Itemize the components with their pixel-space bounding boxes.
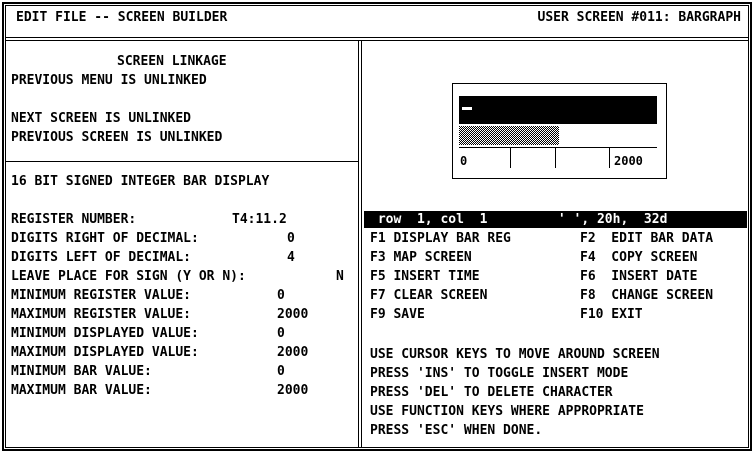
scale-tick bbox=[510, 147, 511, 168]
help-line: PRESS 'ESC' WHEN DONE. bbox=[370, 423, 543, 438]
fkey-edit-bar-data[interactable]: F2 EDIT BAR DATA bbox=[580, 229, 713, 248]
scale-tick bbox=[555, 147, 556, 168]
field-label-max-bar: MAXIMUM BAR VALUE: bbox=[11, 383, 152, 398]
fkey-copy-screen[interactable]: F4 COPY SCREEN bbox=[580, 248, 697, 267]
header-divider bbox=[5, 37, 749, 41]
header-title: EDIT FILE -- SCREEN BUILDER bbox=[16, 10, 228, 25]
fkey-insert-time[interactable]: F5 INSERT TIME bbox=[370, 267, 480, 286]
linkage-heading: SCREEN LINKAGE bbox=[117, 54, 227, 69]
bar-graph-shaded-fill bbox=[459, 126, 559, 145]
scale-min-label: 0 bbox=[460, 154, 468, 168]
help-line: PRESS 'DEL' TO DELETE CHARACTER bbox=[370, 385, 613, 400]
bar-cursor-mark bbox=[462, 107, 472, 110]
bar-settings-heading: 16 BIT SIGNED INTEGER BAR DISPLAY bbox=[11, 174, 270, 189]
bar-graph-fill bbox=[459, 96, 657, 124]
field-value-max-bar[interactable]: 2000 bbox=[277, 381, 308, 400]
fkey-save[interactable]: F9 SAVE bbox=[370, 305, 425, 324]
bar-scale-line bbox=[459, 147, 657, 148]
previous-menu-link[interactable]: PREVIOUS MENU IS UNLINKED bbox=[11, 71, 207, 90]
fkey-insert-date[interactable]: F6 INSERT DATE bbox=[580, 267, 697, 286]
field-value-register-number[interactable]: T4:11.2 bbox=[232, 210, 287, 229]
field-label-max-displayed: MAXIMUM DISPLAYED VALUE: bbox=[11, 345, 199, 360]
field-value-sign-place[interactable]: N bbox=[336, 267, 344, 286]
field-label-min-register: MINIMUM REGISTER VALUE: bbox=[11, 288, 192, 303]
header-screen-label: USER SCREEN #011: BARGRAPH bbox=[537, 10, 742, 25]
field-label-min-bar: MINIMUM BAR VALUE: bbox=[11, 364, 152, 379]
field-value-min-bar[interactable]: 0 bbox=[277, 362, 285, 381]
field-label-register-number: REGISTER NUMBER: bbox=[11, 212, 137, 227]
previous-screen-link[interactable]: PREVIOUS SCREEN IS UNLINKED bbox=[11, 128, 222, 147]
cursor-status-text: row 1, col 1 ' ', 20h, 32d bbox=[370, 212, 668, 227]
next-screen-link[interactable]: NEXT SCREEN IS UNLINKED bbox=[11, 109, 191, 128]
fkey-map-screen[interactable]: F3 MAP SCREEN bbox=[370, 248, 472, 267]
left-section-divider bbox=[5, 161, 358, 162]
field-label-digits-left: DIGITS LEFT OF DECIMAL: bbox=[11, 250, 192, 265]
help-line: USE CURSOR KEYS TO MOVE AROUND SCREEN bbox=[370, 347, 660, 362]
field-value-digits-left[interactable]: 4 bbox=[287, 248, 295, 267]
fkey-display-bar-reg[interactable]: F1 DISPLAY BAR REG bbox=[370, 229, 511, 248]
fkey-exit[interactable]: F10 EXIT bbox=[580, 305, 643, 324]
field-value-min-displayed[interactable]: 0 bbox=[277, 324, 285, 343]
field-value-min-register[interactable]: 0 bbox=[277, 286, 285, 305]
fkey-clear-screen[interactable]: F7 CLEAR SCREEN bbox=[370, 286, 487, 305]
help-line: PRESS 'INS' TO TOGGLE INSERT MODE bbox=[370, 366, 629, 381]
fkey-change-screen[interactable]: F8 CHANGE SCREEN bbox=[580, 286, 713, 305]
field-label-sign-place: LEAVE PLACE FOR SIGN (Y OR N): bbox=[11, 269, 246, 284]
field-label-digits-right: DIGITS RIGHT OF DECIMAL: bbox=[11, 231, 199, 246]
help-line: USE FUNCTION KEYS WHERE APPROPRIATE bbox=[370, 404, 644, 419]
field-value-max-register[interactable]: 2000 bbox=[277, 305, 308, 324]
field-value-max-displayed[interactable]: 2000 bbox=[277, 343, 308, 362]
field-label-min-displayed: MINIMUM DISPLAYED VALUE: bbox=[11, 326, 199, 341]
panel-divider bbox=[358, 41, 362, 448]
field-label-max-register: MAXIMUM REGISTER VALUE: bbox=[11, 307, 192, 322]
scale-tick bbox=[609, 147, 610, 168]
field-value-digits-right[interactable]: 0 bbox=[287, 229, 295, 248]
scale-max-label: 2000 bbox=[614, 154, 643, 168]
